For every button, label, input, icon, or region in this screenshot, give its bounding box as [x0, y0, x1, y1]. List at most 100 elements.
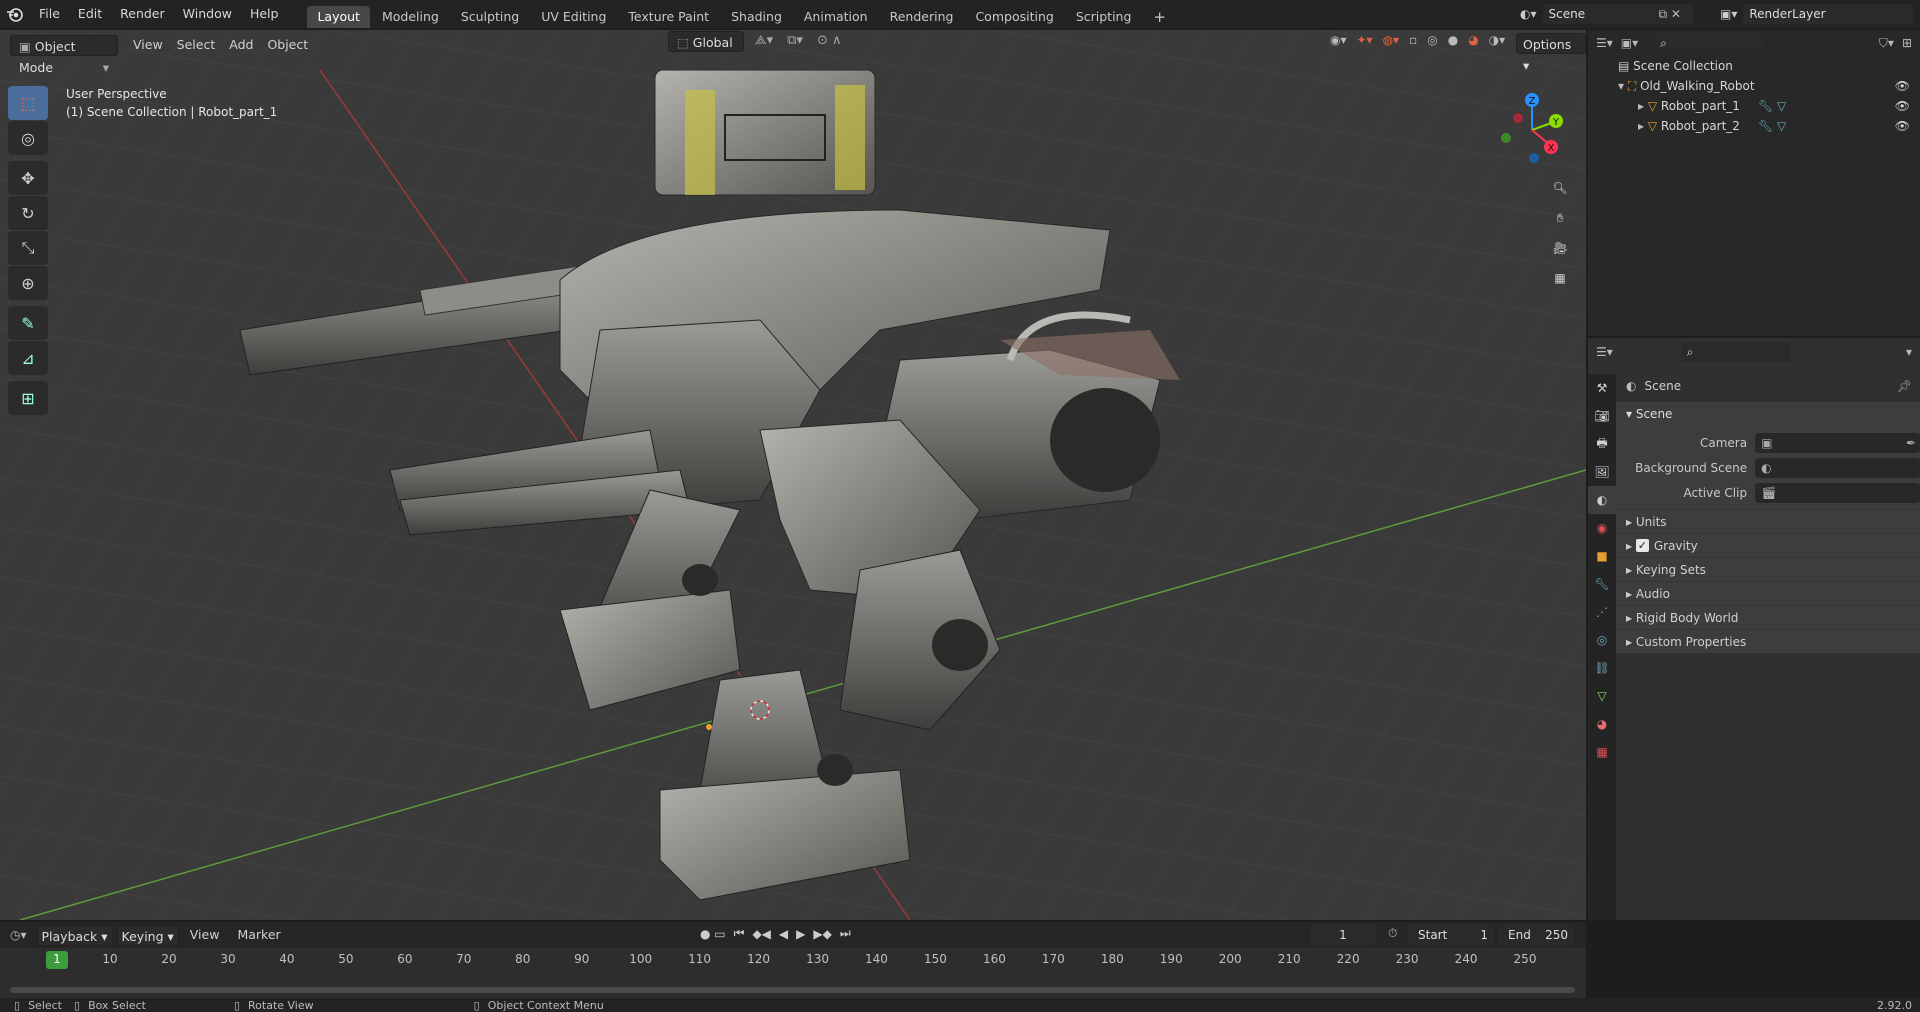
tab-sculpting[interactable]: Sculpting — [451, 6, 529, 28]
tool-tab-icon[interactable]: ⚒ — [1588, 374, 1616, 402]
record-icon[interactable]: ● ▭ — [700, 927, 726, 941]
keying-dropdown[interactable]: Keying ▾ — [116, 924, 179, 946]
active-clip-field[interactable]: 🎬︎ — [1755, 482, 1920, 503]
shading-material-icon[interactable]: ◕ — [1468, 33, 1478, 47]
zoom-icon[interactable]: 🔍︎ — [1545, 173, 1575, 203]
expand-arrow-icon[interactable]: ▸ — [1638, 119, 1648, 133]
camera-view-icon[interactable]: 🎥︎ — [1545, 233, 1575, 263]
tab-shading[interactable]: Shading — [721, 6, 792, 28]
annotate-tool[interactable]: ✎ — [8, 306, 48, 340]
scene-selector[interactable]: ◐▾ Scene ⧉ ✕ — [1520, 4, 1693, 24]
jump-end-icon[interactable]: ⏭ — [840, 926, 851, 941]
rigid-body-world-panel-header[interactable]: ▸ Rigid Body World — [1616, 605, 1920, 629]
pin-icon[interactable]: 📌︎ — [1897, 379, 1912, 393]
world-tab-icon[interactable]: ◉ — [1588, 514, 1616, 542]
material-tab-icon[interactable]: ◕ — [1588, 710, 1616, 738]
play-reverse-icon[interactable]: ◀ — [779, 927, 788, 941]
view-layer-field[interactable]: RenderLayer — [1743, 4, 1914, 24]
move-tool[interactable]: ✥ — [8, 161, 48, 195]
next-keyframe-icon[interactable]: ▶◆ — [813, 927, 831, 941]
play-icon[interactable]: ▶ — [796, 927, 805, 941]
add-cube-tool[interactable]: ⊞ — [8, 381, 48, 415]
editor-type-icon[interactable]: ☰▾ — [1596, 36, 1613, 50]
editor-type-icon[interactable]: ☰▾ — [1596, 345, 1613, 359]
tab-animation[interactable]: Animation — [794, 6, 878, 28]
menu-help[interactable]: Help — [241, 0, 288, 28]
xray-icon[interactable]: ▫ — [1409, 33, 1417, 47]
menu-file[interactable]: File — [30, 0, 69, 28]
view-layer-tab-icon[interactable]: 🖼︎ — [1588, 458, 1616, 486]
viewport-scene[interactable] — [0, 30, 1586, 920]
menu-object[interactable]: Object — [260, 35, 315, 55]
audio-panel-header[interactable]: ▸ Audio — [1616, 581, 1920, 605]
gravity-panel-header[interactable]: ▸ ✓ Gravity — [1616, 533, 1920, 557]
expand-arrow-icon[interactable]: ▸ — [1638, 99, 1648, 113]
units-panel-header[interactable]: ▸ Units — [1616, 509, 1920, 533]
eye-icon[interactable]: 👁︎ — [1895, 116, 1910, 136]
ortho-grid-icon[interactable]: ▦ — [1545, 263, 1575, 293]
constraints-tab-icon[interactable]: ⛓ — [1588, 654, 1616, 682]
physics-tab-icon[interactable]: ◎ — [1588, 626, 1616, 654]
outliner-collection-row[interactable]: ▾ ⛶ Old_Walking_Robot 👁︎ — [1588, 76, 1920, 96]
overlay-icon[interactable]: ◍▾ — [1383, 33, 1400, 47]
camera-field[interactable]: ▣ ✒ — [1755, 432, 1920, 453]
shading-rendered-icon[interactable]: ◑▾ — [1489, 33, 1506, 47]
start-frame-field[interactable]: Start 1 — [1408, 925, 1494, 945]
outliner-scene-collection[interactable]: ▤ Scene Collection — [1588, 56, 1920, 76]
end-frame-field[interactable]: End 250 — [1498, 925, 1574, 945]
particles-tab-icon[interactable]: ⋰ — [1588, 598, 1616, 626]
tab-modeling[interactable]: Modeling — [372, 6, 449, 28]
scene-tab-icon[interactable]: ◐ — [1588, 486, 1616, 514]
output-tab-icon[interactable]: 🖶︎ — [1588, 430, 1616, 458]
gravity-checkbox[interactable]: ✓ — [1635, 539, 1649, 552]
menu-marker[interactable]: Marker — [230, 925, 287, 945]
add-workspace-button[interactable]: + — [1143, 6, 1176, 28]
eye-icon[interactable]: 👁︎ — [1895, 96, 1910, 116]
blender-logo-icon[interactable] — [0, 0, 30, 28]
tab-compositing[interactable]: Compositing — [965, 6, 1063, 28]
shading-solid-icon[interactable]: ● — [1448, 33, 1458, 47]
object-mode-dropdown[interactable]: ▣ Object Mode ▾ — [10, 34, 118, 75]
display-mode-icon[interactable]: ▣▾ — [1621, 36, 1638, 50]
custom-properties-panel-header[interactable]: ▸ Custom Properties — [1616, 629, 1920, 653]
modifier-icon[interactable]: 🔧︎ ▽ — [1758, 116, 1786, 136]
measure-tool[interactable]: ⊿ — [8, 341, 48, 375]
pan-hand-icon[interactable]: ✋︎ — [1545, 203, 1575, 233]
new-scene-icon[interactable]: ⧉ ✕ — [1659, 7, 1681, 22]
modifier-icon[interactable]: 🔧︎ ▽ — [1758, 96, 1786, 116]
render-tab-icon[interactable]: 📷︎ — [1588, 402, 1616, 430]
timeline-area[interactable]: 1 10 20 30 40 50 60 70 80 90 100 110 120 130 140 150 160… — [0, 948, 1586, 998]
collapse-arrow-icon[interactable]: ▾ — [1618, 79, 1628, 93]
cursor-tool[interactable]: ◎ — [8, 121, 48, 155]
outliner-object-row[interactable]: ▸ ▽ Robot_part_1 🔧︎ ▽ 👁︎ — [1588, 96, 1920, 116]
background-scene-field[interactable]: ◐ — [1755, 457, 1920, 478]
transform-orientation-dropdown[interactable]: ⬚ Global — [668, 31, 744, 52]
jump-start-icon[interactable]: ⏮ — [734, 926, 745, 941]
menu-render[interactable]: Render — [111, 0, 174, 28]
shading-wireframe-icon[interactable]: ◎ — [1427, 33, 1437, 47]
menu-select[interactable]: Select — [170, 35, 223, 55]
rotate-tool[interactable]: ↻ — [8, 196, 48, 230]
menu-view[interactable]: View — [183, 925, 227, 945]
snap-icon[interactable]: ⧉▾ — [787, 33, 803, 48]
outliner-object-row[interactable]: ▸ ▽ Robot_part_2 🔧︎ ▽ 👁︎ — [1588, 116, 1920, 136]
timeline-scrollbar[interactable] — [10, 987, 1575, 993]
proportional-edit-icon[interactable]: ⊙ ∧ — [817, 33, 842, 48]
outliner-search-input[interactable]: ⌕ — [1654, 33, 1765, 53]
tab-texture-paint[interactable]: Texture Paint — [618, 6, 719, 28]
new-collection-icon[interactable]: ⊞ — [1902, 36, 1912, 50]
current-frame-field[interactable]: 1 — [1310, 925, 1376, 945]
menu-window[interactable]: Window — [174, 0, 241, 28]
clock-icon[interactable]: ⏱ — [1388, 926, 1397, 941]
prev-keyframe-icon[interactable]: ◆◀ — [752, 927, 770, 941]
navigation-gizmo[interactable]: Z Y X — [1492, 86, 1572, 166]
eye-icon[interactable]: 👁︎ — [1895, 76, 1910, 96]
menu-add[interactable]: Add — [222, 35, 260, 55]
tab-scripting[interactable]: Scripting — [1066, 6, 1142, 28]
select-box-tool[interactable]: ⬚ — [8, 86, 48, 120]
tab-uv-editing[interactable]: UV Editing — [531, 6, 616, 28]
tab-rendering[interactable]: Rendering — [880, 6, 964, 28]
tab-layout[interactable]: Layout — [307, 6, 370, 28]
filter-icon[interactable]: ⛉▾ — [1879, 36, 1894, 51]
editor-type-icon[interactable]: ◷▾ — [10, 928, 27, 942]
